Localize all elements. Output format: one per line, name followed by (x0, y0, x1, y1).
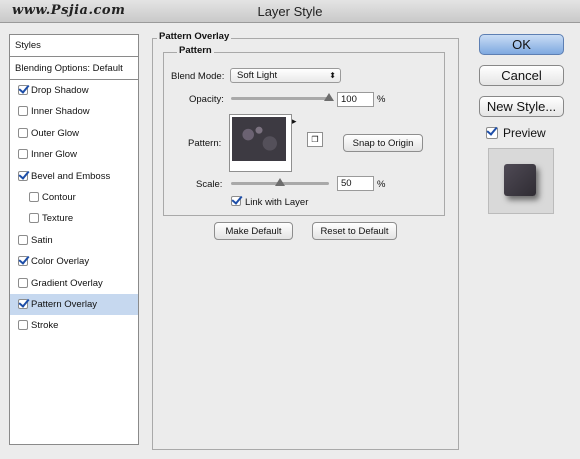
window-title: Layer Style (257, 4, 323, 19)
blend-mode-value: Soft Light (237, 70, 278, 81)
reset-to-default-label: Reset to Default (320, 226, 389, 237)
sidebar-item-stroke[interactable]: Stroke (10, 315, 138, 336)
sidebar-item-outer-glow[interactable]: Outer Glow (10, 123, 138, 144)
sidebar-item-label: Inner Glow (31, 149, 77, 160)
pattern-swatch (232, 117, 286, 161)
sidebar-item-satin[interactable]: Satin (10, 230, 138, 251)
blend-mode-label: Blend Mode: (171, 71, 225, 82)
sidebar-styles-label: Styles (15, 40, 41, 51)
satin-checkbox[interactable] (18, 235, 28, 245)
section-title: Pattern Overlay (157, 31, 232, 42)
sidebar-item-inner-glow[interactable]: Inner Glow (10, 144, 138, 165)
pattern-label: Pattern: (188, 138, 222, 149)
layer-style-dialog: www.Psjia.com Layer Style Styles Blendin… (0, 0, 580, 459)
scale-slider-thumb[interactable] (275, 178, 285, 186)
sidebar-item-label: Contour (42, 192, 76, 203)
sidebar-item-drop-shadow[interactable]: Drop Shadow (10, 80, 138, 101)
contour-checkbox[interactable] (29, 192, 39, 202)
texture-checkbox[interactable] (29, 213, 39, 223)
sidebar-item-bevel-emboss[interactable]: Bevel and Emboss (10, 166, 138, 187)
styles-sidebar: Styles Blending Options: Default Drop Sh… (9, 34, 139, 445)
sidebar-item-label: Bevel and Emboss (31, 171, 111, 182)
sidebar-item-gradient-overlay[interactable]: Gradient Overlay (10, 273, 138, 294)
opacity-value: 100 (341, 94, 357, 105)
preview-checkbox[interactable] (486, 127, 498, 139)
cancel-button[interactable]: Cancel (479, 65, 564, 86)
new-style-button[interactable]: New Style... (479, 96, 564, 117)
snap-to-origin-label: Snap to Origin (352, 138, 414, 149)
pattern-dropdown-arrow-icon[interactable]: ▸ (292, 116, 297, 156)
scale-input[interactable]: 50 (337, 176, 374, 191)
sidebar-item-label: Color Overlay (31, 256, 90, 267)
sidebar-item-pattern-overlay[interactable]: Pattern Overlay (10, 294, 138, 315)
sidebar-item-label: Drop Shadow (31, 85, 89, 96)
scale-unit: % (377, 179, 386, 190)
sidebar-item-contour[interactable]: Contour (10, 187, 138, 208)
sidebar-item-color-overlay[interactable]: Color Overlay (10, 251, 138, 272)
style-preview (488, 148, 554, 214)
preview-tile (504, 164, 536, 196)
gradient-overlay-checkbox[interactable] (18, 278, 28, 288)
opacity-unit: % (377, 94, 386, 105)
drop-shadow-checkbox[interactable] (18, 85, 28, 95)
sidebar-styles-header[interactable]: Styles (10, 35, 138, 56)
scale-label: Scale: (196, 179, 223, 190)
ok-label: OK (512, 37, 531, 52)
stroke-checkbox[interactable] (18, 320, 28, 330)
title-bar: www.Psjia.com Layer Style (0, 0, 580, 23)
updown-arrow-icon: ⬍ (329, 71, 336, 80)
new-style-label: New Style... (486, 99, 557, 114)
inner-glow-checkbox[interactable] (18, 149, 28, 159)
scale-value: 50 (341, 178, 352, 189)
make-default-button[interactable]: Make Default (214, 222, 293, 240)
opacity-input[interactable]: 100 (337, 92, 374, 107)
sidebar-item-label: Inner Shadow (31, 106, 90, 117)
opacity-label: Opacity: (189, 94, 224, 105)
outer-glow-checkbox[interactable] (18, 128, 28, 138)
blend-mode-select[interactable]: Soft Light ⬍ (230, 68, 341, 83)
bevel-emboss-checkbox[interactable] (18, 171, 28, 181)
link-with-layer-checkbox[interactable] (231, 196, 241, 206)
cancel-label: Cancel (501, 68, 542, 83)
scale-slider[interactable] (231, 178, 329, 186)
opacity-slider[interactable] (231, 93, 334, 101)
sidebar-item-label: Texture (42, 213, 74, 224)
sidebar-item-label: Gradient Overlay (31, 278, 103, 289)
ok-button[interactable]: OK (479, 34, 564, 55)
preview-label: Preview (503, 126, 546, 140)
sidebar-item-label: Pattern Overlay (31, 299, 97, 310)
opacity-slider-thumb[interactable] (324, 93, 334, 101)
make-default-label: Make Default (225, 226, 282, 237)
pattern-overlay-checkbox[interactable] (18, 299, 28, 309)
reset-to-default-button[interactable]: Reset to Default (312, 222, 397, 240)
sidebar-item-label: Stroke (31, 320, 59, 331)
sidebar-blending-options[interactable]: Blending Options: Default (10, 58, 138, 79)
sidebar-item-label: Satin (31, 235, 53, 246)
new-preset-icon[interactable]: ❐ (307, 132, 323, 147)
group-title: Pattern (177, 45, 214, 56)
sidebar-blending-label: Blending Options: Default (15, 63, 123, 74)
sidebar-item-texture[interactable]: Texture (10, 208, 138, 229)
sidebar-item-label: Outer Glow (31, 128, 80, 139)
snap-to-origin-button[interactable]: Snap to Origin (343, 134, 423, 152)
color-overlay-checkbox[interactable] (18, 256, 28, 266)
sidebar-divider (10, 56, 138, 57)
link-with-layer-label: Link with Layer (245, 197, 309, 208)
pattern-picker[interactable] (229, 114, 292, 172)
inner-shadow-checkbox[interactable] (18, 106, 28, 116)
sidebar-item-inner-shadow[interactable]: Inner Shadow (10, 101, 138, 122)
